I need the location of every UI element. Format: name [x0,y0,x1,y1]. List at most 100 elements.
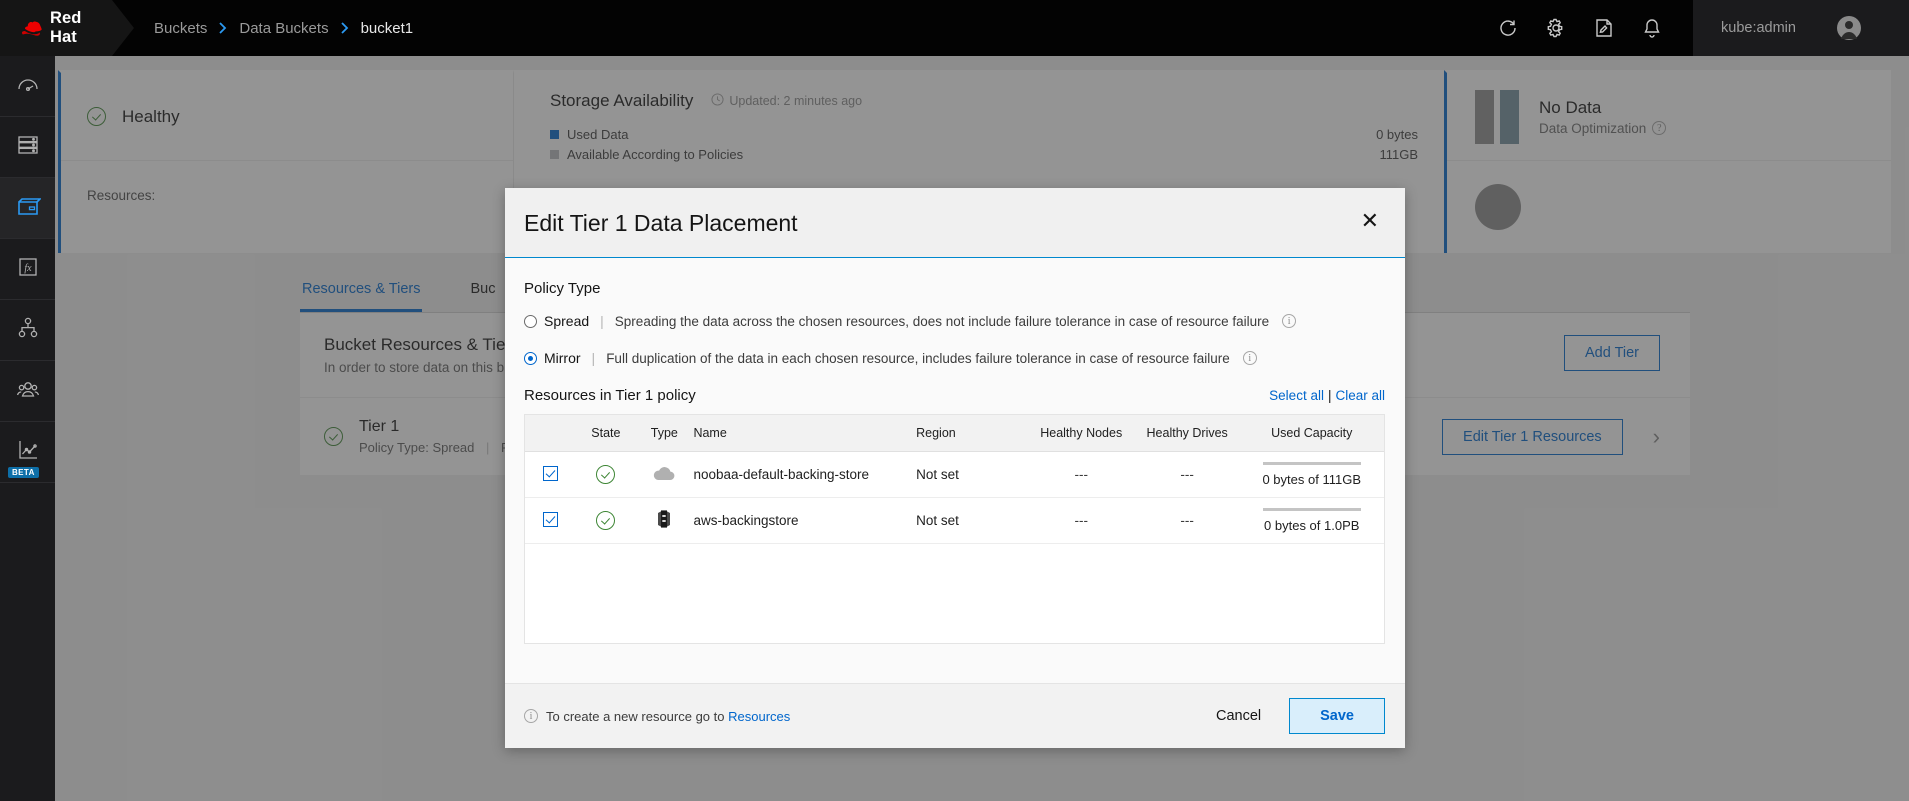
brand-logo[interactable]: Red Hat [0,0,134,56]
row-type-cell [635,497,694,544]
modal-title: Edit Tier 1 Data Placement [524,210,798,236]
resources-section-header: Resources in Tier 1 policy Select all | Cl… [524,387,1385,404]
radio-spread-input[interactable] [524,314,537,328]
col-type: Type [635,415,694,452]
row-checkbox[interactable] [543,465,559,481]
row-name: aws-backingstore [693,497,917,544]
row-healthy-drives: --- [1134,497,1240,544]
radio-mirror-description: Full duplication of the data in each cho… [606,350,1230,366]
line-chart-icon [15,437,41,468]
policy-type-label: Policy Type [524,280,601,297]
capacity-bar [1262,508,1361,511]
modal-footer: i To create a new resource go to Resourc… [505,683,1405,748]
row-used-capacity: 0 bytes of 1.0PB [1264,518,1360,533]
col-select [525,415,577,452]
col-healthy-drives: Healthy Drives [1134,415,1240,452]
radio-mirror-input[interactable] [524,351,537,365]
radio-option-mirror[interactable]: Mirror | Full duplication of the data in… [524,350,1385,366]
row-checkbox-cell[interactable] [525,451,577,498]
redhat-fedora-logo-icon [18,20,44,36]
col-state: State [576,415,636,452]
sidebar-item-topology[interactable] [0,300,55,361]
sidebar-item-buckets[interactable] [0,178,55,239]
row-region: Not set [916,451,1028,498]
resources-table: State Type Name Region Healthy Nodes Hea… [524,414,1385,644]
check-circle-icon [596,465,616,484]
sidebar-item-functions[interactable]: fx [0,239,55,300]
close-icon[interactable]: ✕ [1361,210,1379,232]
user-menu[interactable]: kube:admin [1693,0,1909,56]
col-name: Name [693,415,917,452]
edit-tier-data-placement-modal: Edit Tier 1 Data Placement ✕ Policy Type… [505,188,1405,748]
sidebar-item-storage[interactable] [0,117,55,178]
gauge-icon [15,71,41,102]
info-circle-icon-mirror[interactable]: i [1242,351,1257,365]
info-circle-icon: i [524,709,538,723]
radio-spread-divider: | [600,313,604,329]
bucket-icon [15,193,42,224]
breadcrumb-item-buckets[interactable]: Buckets [154,20,207,37]
aws-s3-icon [653,510,675,533]
resources-section-title: Resources in Tier 1 policy [524,387,696,404]
modal-body: Policy Type Spread | Spreading the data … [505,258,1405,683]
row-name: noobaa-default-backing-store [693,451,917,498]
breadcrumb-item-data-buckets[interactable]: Data Buckets [239,20,328,37]
svg-text:fx: fx [24,263,32,274]
row-healthy-drives: --- [1134,451,1240,498]
select-all-link[interactable]: Select all [1269,388,1324,403]
row-state-cell [576,497,636,544]
beta-badge: BETA [8,467,39,478]
row-checkbox[interactable] [543,511,559,527]
masthead: Red Hat Buckets Data Buckets bucket1 kub… [0,0,1909,56]
fx-icon: fx [15,254,41,285]
radio-spread-description: Spreading the data across the chosen res… [614,313,1270,329]
radio-mirror-divider: | [591,350,596,366]
radio-option-spread[interactable]: Spread | Spreading the data across the c… [524,313,1385,329]
brand-label: Red Hat [50,9,82,46]
row-region: Not set [916,497,1028,544]
table-row[interactable]: noobaa-default-backing-store Not set ---… [525,451,1384,498]
left-nav-rail: fx BETA [0,56,55,801]
resources-link[interactable]: Resources [728,709,790,724]
row-type-cell [635,451,694,498]
masthead-right: kube:admin [1497,0,1909,56]
check-circle-icon [596,511,616,530]
footer-note-text: To create a new resource go to [546,708,729,724]
sidebar-item-dashboard[interactable] [0,56,55,117]
col-healthy-nodes: Healthy Nodes [1027,415,1135,452]
modal-header: Edit Tier 1 Data Placement ✕ [505,188,1405,258]
refresh-icon[interactable] [1497,17,1519,39]
capacity-bar [1262,462,1361,465]
clear-all-link[interactable]: Clear all [1335,388,1385,403]
table-row[interactable]: aws-backingstore Not set --- --- 0 bytes… [525,497,1384,544]
user-avatar-icon[interactable] [1836,15,1862,41]
radio-mirror-label: Mirror [544,350,581,366]
gear-icon[interactable] [1545,17,1567,39]
sidebar-item-accounts[interactable] [0,361,55,422]
users-icon [15,376,41,407]
row-checkbox-cell[interactable] [525,497,577,544]
sidebar-item-analytics[interactable]: BETA [0,422,55,483]
row-healthy-nodes: --- [1027,497,1135,544]
cancel-button[interactable]: Cancel [1198,699,1279,733]
radio-spread-label: Spread [544,313,590,329]
hierarchy-icon [15,315,41,346]
breadcrumb-separator-icon [218,22,228,34]
breadcrumb-item-current: bucket1 [360,19,414,37]
row-state-cell [576,451,636,498]
save-button[interactable]: Save [1289,698,1385,734]
breadcrumb-separator-icon-2 [340,22,350,34]
cloud-icon [651,467,677,485]
row-used-capacity: 0 bytes of 111GB [1262,472,1361,487]
row-healthy-nodes: --- [1027,451,1135,498]
user-name-label: kube:admin [1721,20,1796,36]
breadcrumb: Buckets Data Buckets bucket1 [154,20,413,37]
edit-icon[interactable] [1593,17,1615,39]
col-used-capacity: Used Capacity [1239,415,1384,452]
table-header-row: State Type Name Region Healthy Nodes Hea… [525,415,1384,452]
info-circle-icon-spread[interactable]: i [1282,314,1297,328]
bell-icon[interactable] [1641,17,1663,39]
col-region: Region [916,415,1028,452]
row-used-capacity-cell: 0 bytes of 111GB [1239,451,1384,498]
footer-note: i To create a new resource go to Resourc… [524,709,790,724]
